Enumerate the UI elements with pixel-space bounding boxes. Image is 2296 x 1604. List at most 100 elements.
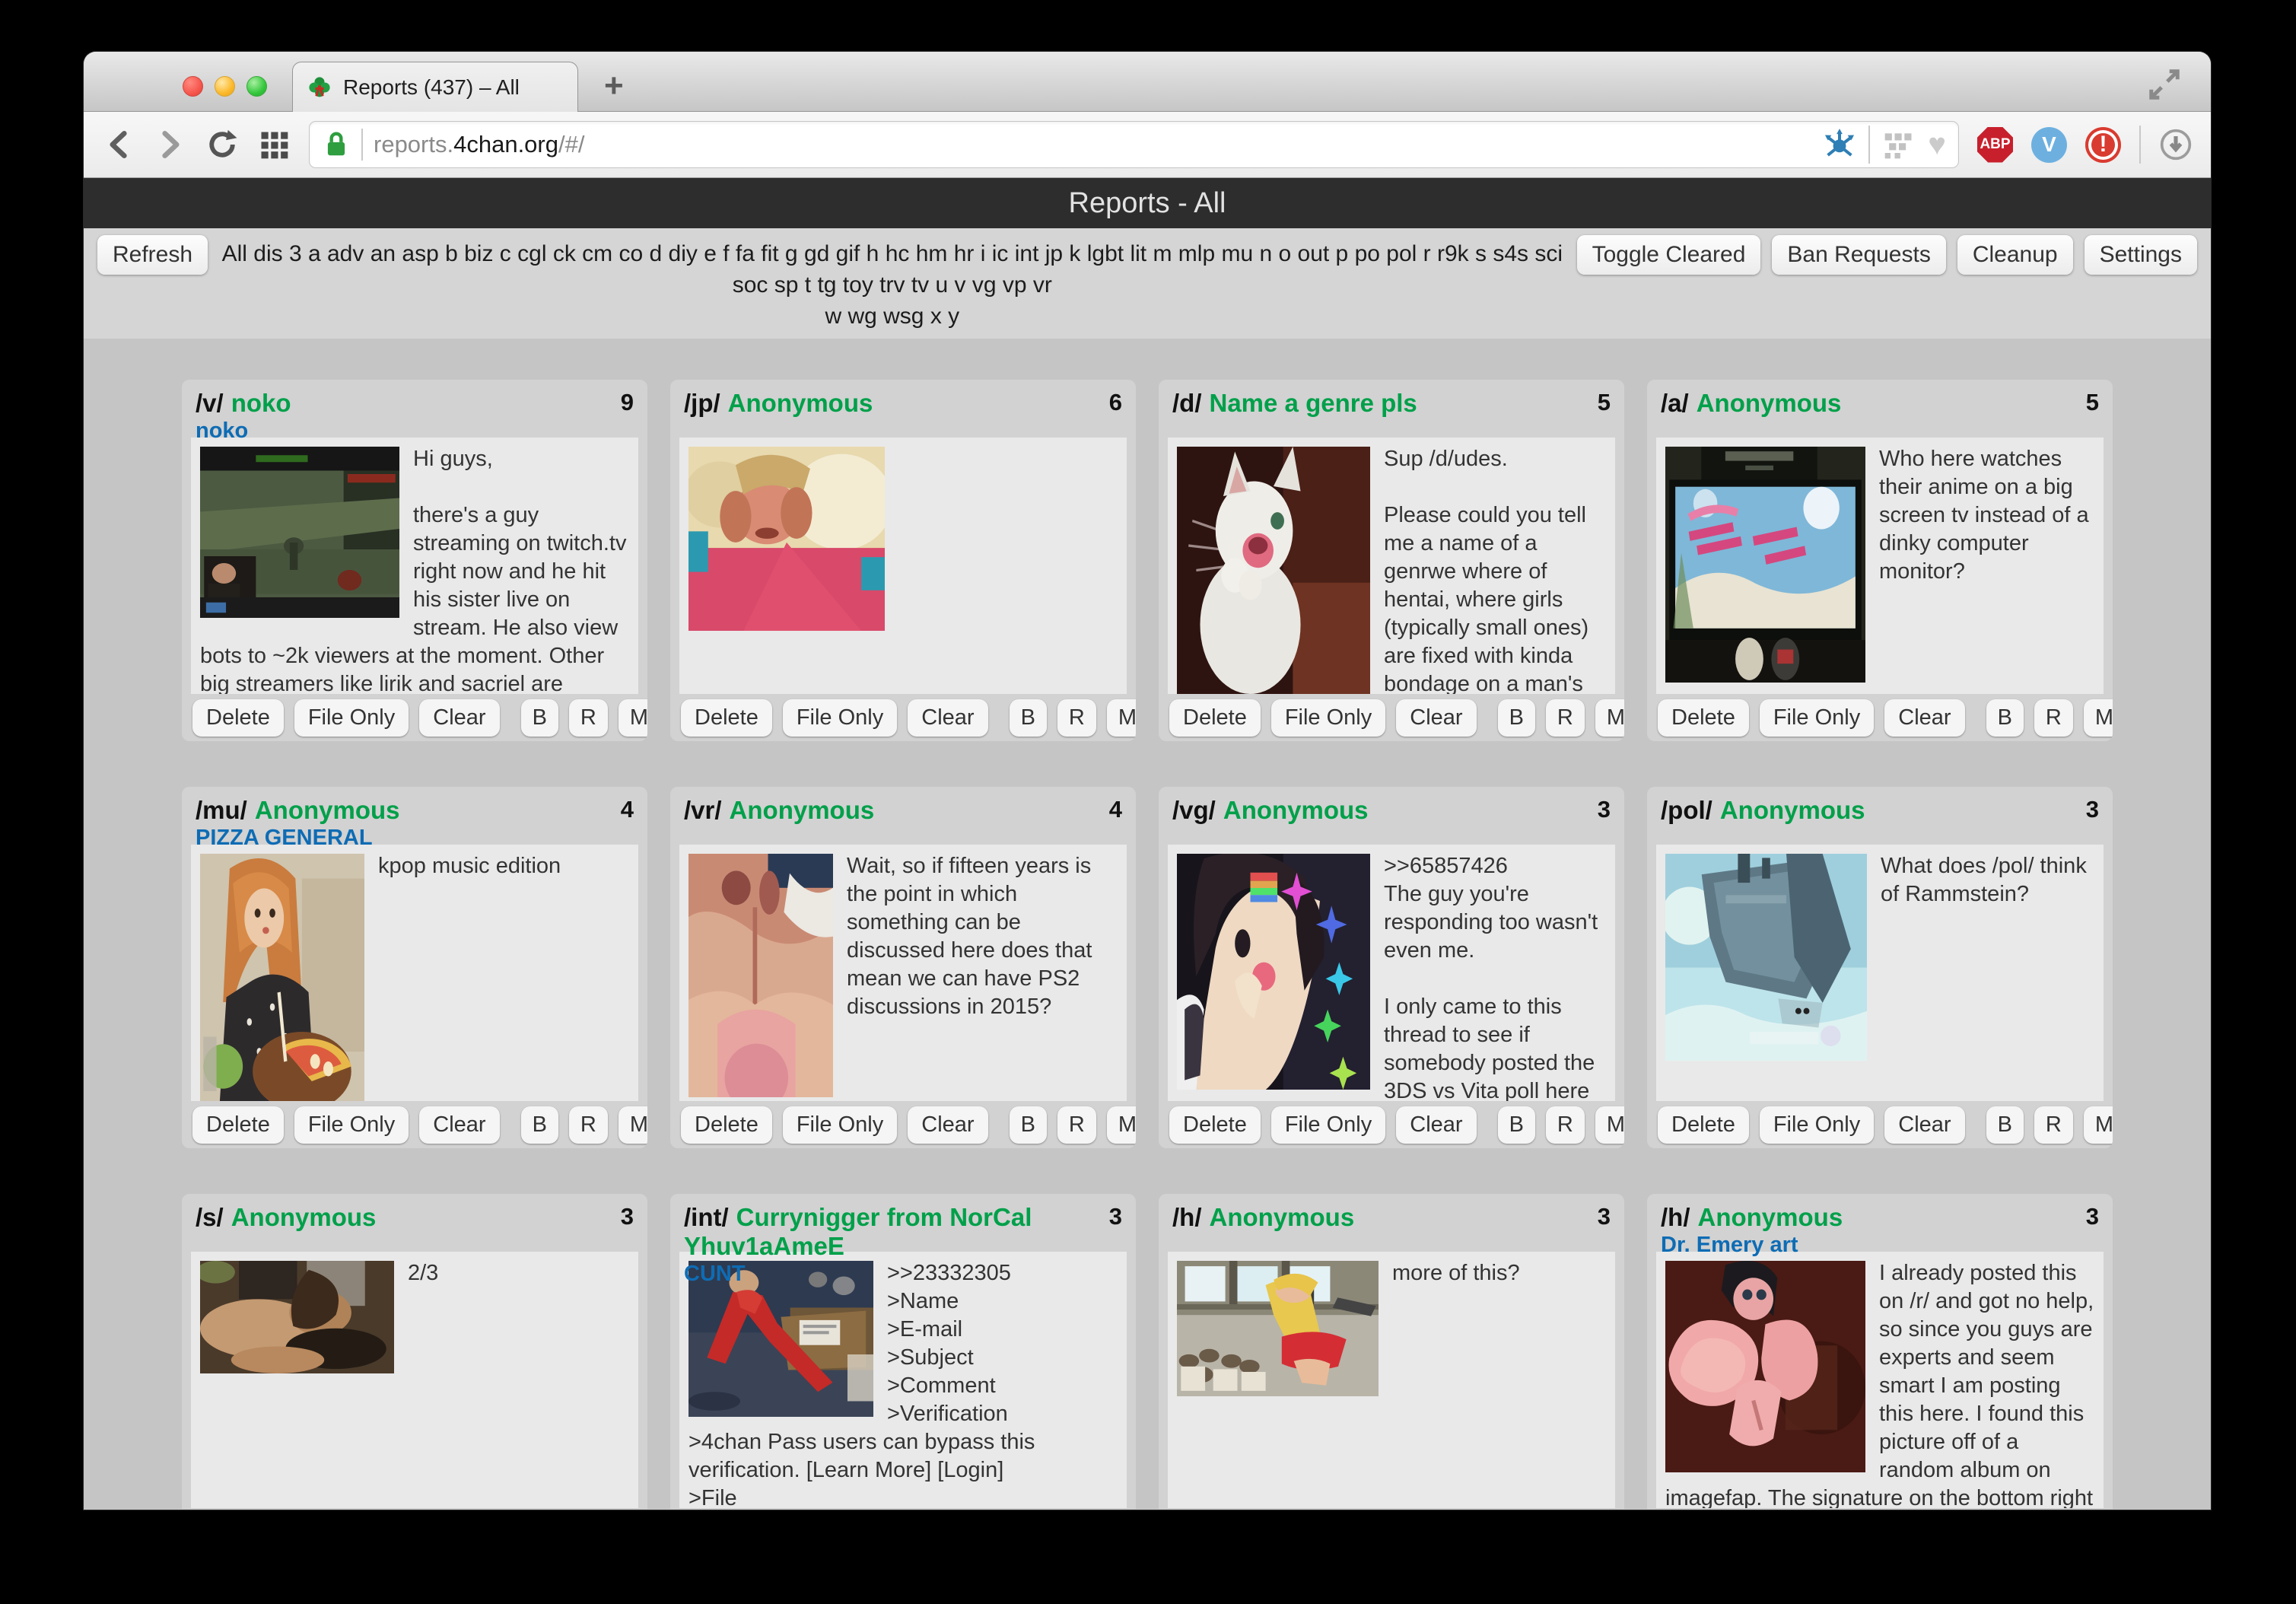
- thumbnail-image[interactable]: [1177, 1261, 1379, 1396]
- file-only-button[interactable]: File Only: [294, 1106, 409, 1144]
- url-input[interactable]: reports.4chan.org/#/: [309, 121, 1959, 168]
- v-extension-icon[interactable]: V: [2031, 127, 2067, 163]
- thumbnail-image[interactable]: [1177, 447, 1370, 694]
- file-only-button[interactable]: File Only: [783, 1106, 897, 1144]
- mark-button[interactable]: M: [1107, 1106, 1136, 1144]
- mark-button[interactable]: M: [2084, 699, 2113, 737]
- mark-button[interactable]: M: [2084, 1106, 2113, 1144]
- delete-button[interactable]: Delete: [1169, 1106, 1261, 1144]
- share-extension-icon[interactable]: [1823, 128, 1856, 161]
- board-link[interactable]: /d/: [1172, 389, 1202, 417]
- browser-tab[interactable]: Reports (437) – All: [292, 62, 578, 112]
- thumbnail-image[interactable]: [688, 447, 885, 631]
- reload-icon[interactable]: [205, 128, 239, 161]
- report-button[interactable]: R: [1057, 1106, 1096, 1144]
- alert-extension-icon[interactable]: !: [2085, 127, 2121, 163]
- thumbnail-image[interactable]: [200, 447, 399, 618]
- board-link[interactable]: /s/: [196, 1203, 224, 1231]
- clear-button[interactable]: Clear: [1396, 699, 1476, 737]
- zoom-window-button[interactable]: [246, 76, 267, 97]
- delete-button[interactable]: Delete: [681, 1106, 772, 1144]
- clear-button[interactable]: Clear: [1884, 699, 1964, 737]
- cleanup-button[interactable]: Cleanup: [1957, 235, 2073, 275]
- report-button[interactable]: R: [1546, 699, 1585, 737]
- clear-button[interactable]: Clear: [419, 699, 499, 737]
- refresh-button[interactable]: Refresh: [97, 235, 208, 275]
- report-button[interactable]: R: [1546, 1106, 1585, 1144]
- minimize-window-button[interactable]: [215, 76, 235, 97]
- report-button[interactable]: R: [569, 699, 608, 737]
- back-icon[interactable]: [102, 128, 135, 161]
- thumbnail-image[interactable]: [1665, 854, 1867, 1061]
- delete-button[interactable]: Delete: [681, 699, 772, 737]
- delete-button[interactable]: Delete: [1658, 699, 1749, 737]
- mark-button[interactable]: M: [619, 1106, 647, 1144]
- new-tab-button[interactable]: +: [604, 67, 624, 105]
- close-window-button[interactable]: [183, 76, 203, 97]
- board-link[interactable]: /a/: [1661, 389, 1689, 417]
- toggle-cleared-button[interactable]: Toggle Cleared: [1577, 235, 1761, 275]
- apps-grid-icon[interactable]: [257, 128, 291, 161]
- report-card-header: /a/Anonymous 5: [1647, 380, 2113, 438]
- board-list-line2[interactable]: w wg wsg x y: [221, 301, 1563, 332]
- board-link[interactable]: /pol/: [1661, 796, 1712, 824]
- board-list-line1[interactable]: All dis 3 a adv an asp b biz c cgl ck cm…: [221, 238, 1563, 301]
- ban-button[interactable]: B: [1986, 699, 2024, 737]
- mark-button[interactable]: M: [619, 699, 647, 737]
- delete-button[interactable]: Delete: [1169, 699, 1261, 737]
- adblock-plus-extension-icon[interactable]: ABP: [1977, 127, 2013, 163]
- file-only-button[interactable]: File Only: [1760, 699, 1874, 737]
- mark-button[interactable]: M: [1107, 699, 1136, 737]
- download-icon[interactable]: [2159, 128, 2193, 161]
- report-button[interactable]: R: [569, 1106, 608, 1144]
- ban-requests-button[interactable]: Ban Requests: [1772, 235, 1945, 275]
- thumbnail-image[interactable]: [200, 854, 364, 1101]
- board-link[interactable]: /vr/: [684, 796, 722, 824]
- grid-extension-icon[interactable]: [1882, 128, 1916, 161]
- clear-button[interactable]: Clear: [908, 699, 987, 737]
- settings-button[interactable]: Settings: [2085, 235, 2197, 275]
- mark-button[interactable]: M: [1595, 1106, 1624, 1144]
- board-link[interactable]: /h/: [1172, 1203, 1202, 1231]
- clear-button[interactable]: Clear: [1884, 1106, 1964, 1144]
- expand-window-icon[interactable]: [2147, 67, 2182, 106]
- report-button[interactable]: R: [1057, 699, 1096, 737]
- board-link[interactable]: /h/: [1661, 1203, 1690, 1231]
- board-link[interactable]: /int/: [684, 1203, 729, 1231]
- ban-button[interactable]: B: [521, 1106, 558, 1144]
- board-link[interactable]: /vg/: [1172, 796, 1216, 824]
- report-button[interactable]: R: [2034, 699, 2073, 737]
- ban-button[interactable]: B: [521, 699, 558, 737]
- delete-button[interactable]: Delete: [192, 1106, 284, 1144]
- thumbnail-image[interactable]: [1665, 1261, 1865, 1472]
- ban-button[interactable]: B: [1010, 1106, 1047, 1144]
- thumbnail-image[interactable]: [1665, 447, 1865, 683]
- ban-button[interactable]: B: [1010, 699, 1047, 737]
- thumbnail-image[interactable]: [688, 854, 833, 1097]
- file-only-button[interactable]: File Only: [1760, 1106, 1874, 1144]
- delete-button[interactable]: Delete: [1658, 1106, 1749, 1144]
- board-link[interactable]: /mu/: [196, 796, 247, 824]
- clear-button[interactable]: Clear: [419, 1106, 499, 1144]
- clear-button[interactable]: Clear: [908, 1106, 987, 1144]
- lock-icon[interactable]: [322, 130, 351, 159]
- file-only-button[interactable]: File Only: [1271, 1106, 1385, 1144]
- forward-icon[interactable]: [154, 128, 187, 161]
- file-only-button[interactable]: File Only: [1271, 699, 1385, 737]
- thumbnail-image[interactable]: [200, 1261, 394, 1373]
- board-filter-links[interactable]: All dis 3 a adv an asp b biz c cgl ck cm…: [221, 235, 1563, 332]
- clear-button[interactable]: Clear: [1396, 1106, 1476, 1144]
- board-link[interactable]: /jp/: [684, 389, 720, 417]
- board-link[interactable]: /v/: [196, 389, 224, 417]
- delete-button[interactable]: Delete: [192, 699, 284, 737]
- mark-button[interactable]: M: [1595, 699, 1624, 737]
- ban-button[interactable]: B: [1986, 1106, 2024, 1144]
- ban-button[interactable]: B: [1498, 699, 1535, 737]
- thumbnail-image[interactable]: [1177, 854, 1370, 1090]
- file-only-button[interactable]: File Only: [294, 699, 409, 737]
- bookmark-heart-icon[interactable]: ♥: [1928, 129, 1946, 160]
- report-button[interactable]: R: [2034, 1106, 2073, 1144]
- ban-button[interactable]: B: [1498, 1106, 1535, 1144]
- file-only-button[interactable]: File Only: [783, 699, 897, 737]
- report-card-header: /v/noko 9 noko: [182, 380, 647, 438]
